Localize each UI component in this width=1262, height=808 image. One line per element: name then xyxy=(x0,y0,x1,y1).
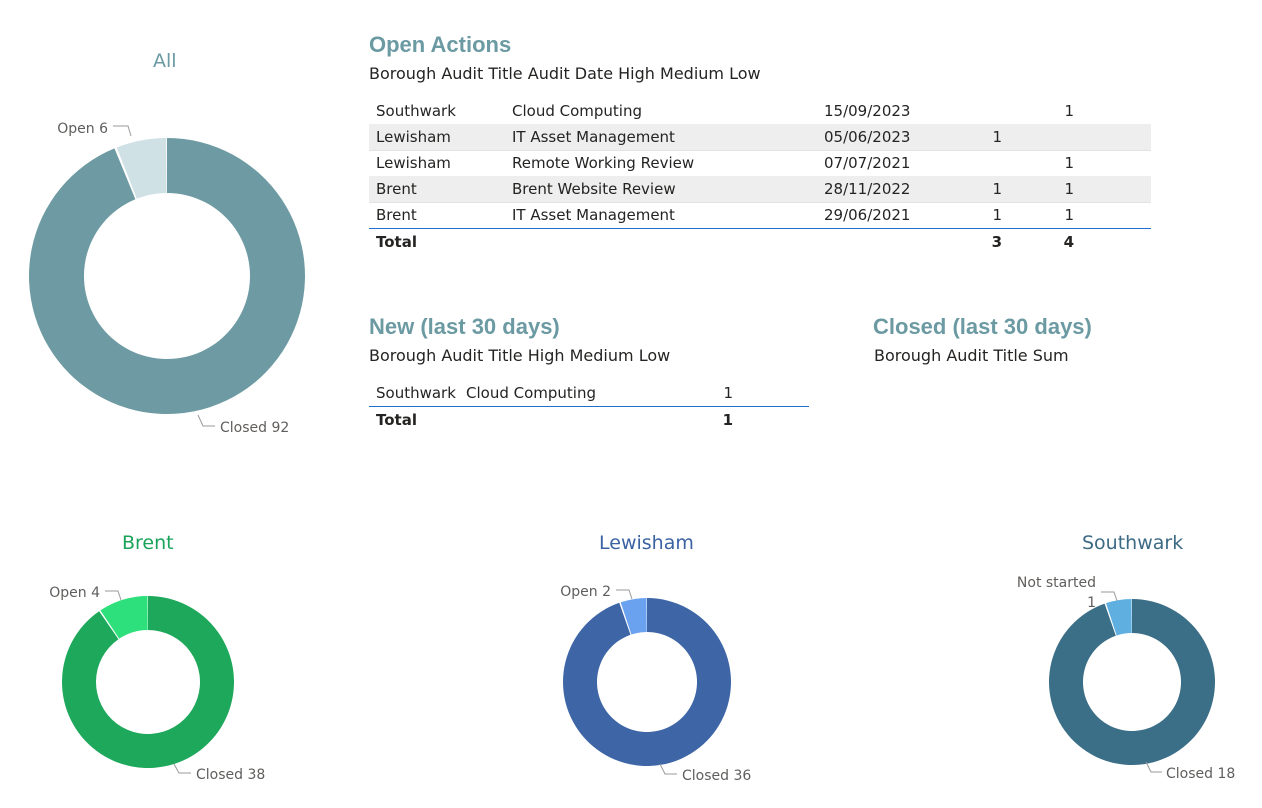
lewisham-leader-line xyxy=(616,589,633,600)
brent-segment-closed[interactable] xyxy=(61,596,234,768)
cell-medium: 1 xyxy=(1064,206,1074,224)
lewisham-data-label: Open 2 xyxy=(560,584,611,600)
total-high: 3 xyxy=(991,233,1002,251)
cell-borough: Brent xyxy=(376,180,417,198)
header-high[interactable]: High xyxy=(528,346,565,365)
cell-audit-title: Remote Working Review xyxy=(512,154,695,172)
all-segment-closed[interactable] xyxy=(28,138,305,414)
header-high[interactable]: High xyxy=(618,64,655,83)
all-leader-line xyxy=(197,414,215,427)
open-actions-title: Open Actions xyxy=(369,32,512,57)
donut-chart-brent[interactable]: Open 4 Closed 38 xyxy=(0,570,300,800)
all-data-label: Closed 92 xyxy=(220,420,289,436)
new-30-title: New (last 30 days) xyxy=(369,314,560,339)
new-30-total-row: Total 1 xyxy=(369,406,809,433)
closed-30-table: Borough Audit Title Sum xyxy=(874,346,1083,380)
brent-leader-line xyxy=(105,590,122,601)
header-audit-title[interactable]: Audit Title xyxy=(946,346,1027,365)
cell-audit-date: 05/06/2023 xyxy=(824,128,911,146)
closed-30-title: Closed (last 30 days) xyxy=(873,314,1092,339)
southwark-segment-closed[interactable] xyxy=(1049,599,1215,765)
open-actions-total-row: Total 3 4 xyxy=(369,228,1151,255)
southwark-data-label: Closed 18 xyxy=(1166,766,1235,782)
cell-audit-date: 07/07/2021 xyxy=(824,154,911,172)
cell-medium: 1 xyxy=(1064,154,1074,172)
total-medium: 4 xyxy=(1063,233,1074,251)
total-medium: 1 xyxy=(722,411,733,429)
lewisham-data-label: Closed 36 xyxy=(682,768,751,784)
header-medium[interactable]: Medium xyxy=(570,346,634,365)
header-borough[interactable]: Borough xyxy=(369,64,436,83)
header-borough[interactable]: Borough xyxy=(369,346,436,365)
cell-borough: Brent xyxy=(376,206,417,224)
donut-chart-all[interactable]: Open 6 Closed 92 xyxy=(0,100,340,450)
open-actions-table: Borough Audit Title Audit Date High Medi… xyxy=(369,64,1151,254)
donut-title-southwark: Southwark xyxy=(1082,532,1184,554)
header-medium[interactable]: Medium xyxy=(660,64,724,83)
new-30-header: Borough Audit Title High Medium Low xyxy=(369,346,809,374)
open-actions-header: Borough Audit Title Audit Date High Medi… xyxy=(369,64,1151,92)
lewisham-leader-line xyxy=(659,763,677,775)
donut-title-lewisham: Lewisham xyxy=(599,532,694,554)
open-actions-table-row[interactable]: Lewisham IT Asset Management 05/06/2023 1 xyxy=(369,124,1151,151)
all-leader-line xyxy=(113,125,132,137)
total-label: Total xyxy=(376,411,417,429)
header-audit-title[interactable]: Audit Title xyxy=(441,346,522,365)
donut-chart-southwark[interactable]: Not started 1 Closed 18 xyxy=(962,566,1262,800)
closed-30-header: Borough Audit Title Sum xyxy=(874,346,1083,374)
southwark-leader-line xyxy=(1145,761,1162,773)
southwark-data-label: Not started xyxy=(1017,575,1096,591)
cell-high: 1 xyxy=(992,128,1002,146)
cell-borough: Lewisham xyxy=(376,128,451,146)
cell-borough: Southwark xyxy=(376,102,456,120)
open-actions-table-row[interactable]: Lewisham Remote Working Review 07/07/2021 1 xyxy=(369,150,1151,177)
cell-audit-date: 28/11/2022 xyxy=(824,180,911,198)
cell-medium: 1 xyxy=(723,384,733,402)
donut-title-all: All xyxy=(153,50,177,72)
total-label: Total xyxy=(376,233,417,251)
open-actions-table-row[interactable]: Southwark Cloud Computing 15/09/2023 1 xyxy=(369,98,1151,125)
cell-audit-date: 29/06/2021 xyxy=(824,206,911,224)
header-audit-title[interactable]: Audit Title xyxy=(441,64,522,83)
header-sum[interactable]: Sum xyxy=(1033,346,1069,365)
cell-borough: Lewisham xyxy=(376,154,451,172)
sort-asc-icon[interactable] xyxy=(957,368,967,374)
sort-asc-icon[interactable] xyxy=(468,368,478,374)
brent-data-label: Closed 38 xyxy=(196,767,265,783)
cell-audit-title: Brent Website Review xyxy=(512,180,676,198)
brent-leader-line xyxy=(173,763,191,774)
cell-audit-title: Cloud Computing xyxy=(466,384,596,402)
brent-data-label: Open 4 xyxy=(49,585,100,601)
header-low[interactable]: Low xyxy=(729,64,761,83)
cell-audit-title: IT Asset Management xyxy=(512,206,675,224)
header-low[interactable]: Low xyxy=(639,346,671,365)
cell-borough: Southwark xyxy=(376,384,456,402)
cell-medium: 1 xyxy=(1064,102,1074,120)
header-audit-date[interactable]: Audit Date xyxy=(528,64,613,83)
donut-chart-lewisham[interactable]: Open 2 Closed 36 xyxy=(500,570,800,800)
lewisham-segment-closed[interactable] xyxy=(563,598,731,766)
cell-high: 1 xyxy=(992,206,1002,224)
all-data-label: Open 6 xyxy=(57,121,108,137)
cell-medium: 1 xyxy=(1064,180,1074,198)
donut-title-brent: Brent xyxy=(122,532,174,554)
southwark-data-label: 1 xyxy=(1087,595,1096,611)
southwark-leader-line xyxy=(1101,591,1118,602)
header-borough[interactable]: Borough xyxy=(874,346,941,365)
cell-audit-date: 15/09/2023 xyxy=(824,102,911,120)
cell-high: 1 xyxy=(992,180,1002,198)
open-actions-table-row[interactable]: Brent Brent Website Review 28/11/2022 1 1 xyxy=(369,176,1151,203)
new-30-table-row[interactable]: Southwark Cloud Computing 1 xyxy=(369,380,809,407)
new-30-table: Borough Audit Title High Medium Low Sout… xyxy=(369,346,809,436)
sort-desc-icon[interactable] xyxy=(376,86,386,92)
cell-audit-title: IT Asset Management xyxy=(512,128,675,146)
cell-audit-title: Cloud Computing xyxy=(512,102,642,120)
open-actions-table-row[interactable]: Brent IT Asset Management 29/06/2021 1 1 xyxy=(369,202,1151,229)
